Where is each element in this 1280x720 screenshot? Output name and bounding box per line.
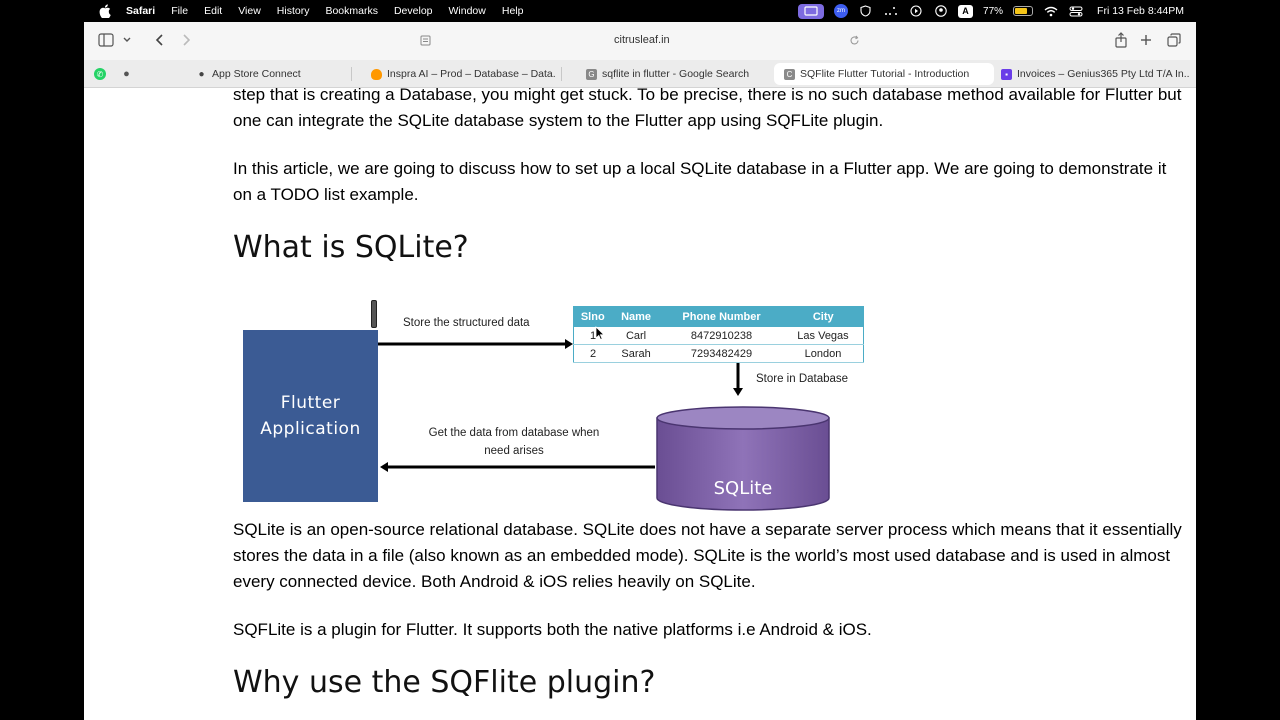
- dots-icon[interactable]: [883, 5, 898, 17]
- reload-icon[interactable]: [849, 35, 860, 46]
- table-cell: London: [782, 344, 864, 363]
- menu-window[interactable]: Window: [449, 5, 486, 17]
- article-paragraph: SQLite is an open-source relational data…: [233, 520, 1182, 591]
- chevron-down-icon[interactable]: [122, 36, 132, 44]
- macos-menu-bar: Safari File Edit View History Bookmarks …: [0, 0, 1280, 22]
- play-circle-icon[interactable]: [908, 5, 923, 17]
- citrusleaf-icon: C: [784, 68, 795, 80]
- apple-icon: ●: [198, 68, 205, 80]
- store-in-database-label: Store in Database: [756, 373, 849, 385]
- table-cell: 7293482429: [660, 344, 783, 363]
- back-button[interactable]: [155, 33, 165, 47]
- table-header: Slno: [573, 306, 613, 327]
- article-paragraph: SQFLite is a plugin for Flutter. It supp…: [233, 620, 872, 639]
- menu-clock[interactable]: Fri 13 Feb 8:44PM: [1097, 5, 1184, 17]
- menu-app-safari[interactable]: Safari: [126, 5, 155, 17]
- section-heading-what-is-sqlite: What is SQLite?: [233, 230, 469, 265]
- shield-icon[interactable]: [858, 5, 873, 17]
- whatsapp-icon: ✆: [94, 68, 106, 80]
- menu-help[interactable]: Help: [502, 5, 524, 17]
- invoice-icon: ▪: [1001, 68, 1012, 80]
- table-row: 1 Carl 8472910238 Las Vegas: [573, 326, 864, 345]
- get-data-label-line1: Get the data from database when: [428, 427, 600, 439]
- table-header: Name: [611, 306, 661, 327]
- table-cell: Sarah: [612, 344, 661, 363]
- tab-label: Invoices – Genius365 Pty Ltd T/A In...: [1017, 68, 1189, 80]
- tab-divider: [561, 67, 562, 81]
- battery-percent: 77%: [983, 5, 1004, 17]
- table-header-row: Slno Name Phone Number City: [573, 306, 864, 327]
- table-cell: 2: [573, 344, 613, 363]
- pinned-tab-whatsapp[interactable]: ✆: [94, 63, 111, 85]
- tab-label: Inspra AI – Prod – Database – Data...: [387, 68, 556, 80]
- tab-label: sqflite in flutter - Google Search: [602, 68, 750, 80]
- table-header: City: [782, 306, 864, 327]
- apple-menu-icon[interactable]: [98, 4, 112, 18]
- tab-overview-icon[interactable]: [1167, 33, 1181, 47]
- menu-edit[interactable]: Edit: [204, 5, 222, 17]
- table-cell: 8472910238: [660, 326, 783, 345]
- status-area: zm A 77% Fri 13 Feb 8:44PM: [798, 0, 1184, 22]
- safari-toolbar: citrusleaf.in: [84, 22, 1196, 60]
- wifi-icon[interactable]: [1043, 5, 1058, 17]
- store-data-label: Store the structured data: [403, 317, 530, 329]
- table-cell: 1: [573, 326, 613, 345]
- mouse-cursor-icon: [595, 326, 605, 341]
- sqlite-cylinder-label: SQLite: [713, 478, 773, 499]
- address-bar[interactable]: citrusleaf.in: [614, 34, 670, 46]
- tab-label: SQFlite Flutter Tutorial - Introduction: [800, 68, 970, 80]
- google-icon: G: [586, 68, 597, 80]
- user-account-icon[interactable]: [933, 5, 948, 17]
- screen-mirror-icon[interactable]: [798, 3, 825, 19]
- control-center-icon[interactable]: [1068, 5, 1083, 17]
- menu-file[interactable]: File: [171, 5, 188, 17]
- reader-page-icon[interactable]: [420, 35, 431, 46]
- menu-develop[interactable]: Develop: [394, 5, 433, 17]
- zoom-icon[interactable]: zm: [834, 4, 849, 18]
- sqlite-flow-diagram: Flutter Application Store the structured…: [243, 298, 873, 512]
- firebase-icon: [371, 68, 382, 80]
- menu-view[interactable]: View: [238, 5, 261, 17]
- tab-label: App Store Connect: [212, 68, 301, 80]
- table-cell: Las Vegas: [782, 326, 864, 345]
- sample-data-table: Slno Name Phone Number City 1 Carl 84729…: [573, 306, 864, 363]
- table-header: Phone Number: [659, 306, 784, 327]
- input-source-icon[interactable]: A: [958, 4, 974, 18]
- get-data-label-line2: need arises: [484, 445, 544, 457]
- pinned-tab-apple[interactable]: ●: [121, 63, 137, 85]
- apple-icon: ●: [123, 68, 130, 80]
- tab-divider: [351, 67, 352, 81]
- article-paragraph: In this article, we are going to discuss…: [233, 159, 1167, 204]
- battery-icon[interactable]: [1013, 6, 1034, 16]
- section-heading-why-sqflite: Why use the SQFlite plugin?: [233, 665, 656, 700]
- table-cell: Carl: [612, 326, 661, 345]
- share-icon[interactable]: [1114, 32, 1128, 48]
- article-paragraph: step that is creating a Database, you mi…: [233, 85, 1182, 130]
- menu-history[interactable]: History: [277, 5, 310, 17]
- get-data-label: Get the data from database when need ari…: [421, 424, 607, 460]
- table-row: 2 Sarah 7293482429 London: [573, 344, 864, 363]
- new-tab-icon[interactable]: [1140, 34, 1152, 46]
- forward-button[interactable]: [181, 33, 191, 47]
- sidebar-toggle-icon[interactable]: [98, 33, 114, 47]
- menu-bookmarks[interactable]: Bookmarks: [325, 5, 378, 17]
